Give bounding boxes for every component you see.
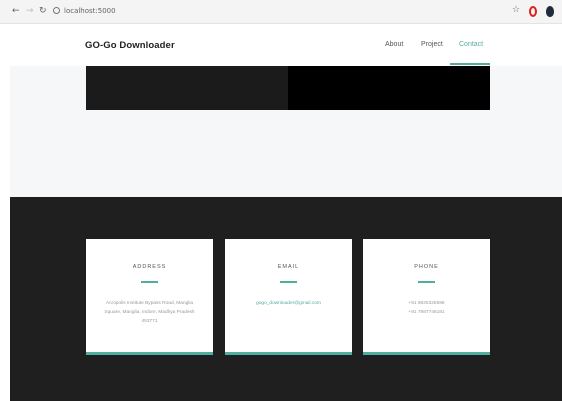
media-panel-left <box>86 66 288 110</box>
address-line: Square, Manglia, Indore, Madhya Pradesh <box>104 310 195 315</box>
media-banner <box>86 66 490 110</box>
email-text: gogo_downloader@gmail.com <box>235 299 342 308</box>
reload-icon[interactable]: ↻ <box>39 6 47 17</box>
email-card-title: EMAIL <box>277 264 300 270</box>
media-panel-right <box>288 66 490 110</box>
card-divider <box>141 281 158 283</box>
browser-toolbar: ← → ↻ localhost:5000 ☆ <box>0 0 562 24</box>
brand-logo-text[interactable]: GO-Go Downloader <box>85 40 175 51</box>
address-bar[interactable]: localhost:5000 <box>64 7 116 15</box>
nav-link-about[interactable]: About <box>385 41 403 48</box>
address-card-title: ADDRESS <box>132 264 167 270</box>
forward-arrow-icon[interactable]: → <box>26 6 34 17</box>
card-divider <box>418 281 435 283</box>
extension-icon[interactable] <box>546 6 554 17</box>
nav-link-project[interactable]: Project <box>421 41 443 48</box>
phone-number: +91 9826325596 <box>408 301 445 306</box>
phone-number: +91 7987746181 <box>408 310 445 315</box>
address-card: ADDRESS Acropolis Institute Bypass Road,… <box>86 239 213 355</box>
phone-card-title: PHONE <box>414 264 439 270</box>
nav-link-contact[interactable]: Contact <box>459 41 483 48</box>
address-line: Acropolis Institute Bypass Road, Manglia <box>105 301 194 306</box>
site-navbar: GO-Go Downloader About Project Contact <box>0 24 562 66</box>
phone-card: PHONE +91 9826325596 +91 7987746181 <box>363 239 490 355</box>
opera-icon[interactable] <box>529 6 537 17</box>
card-divider <box>280 281 297 283</box>
star-icon[interactable]: ☆ <box>512 5 520 15</box>
address-line: 453771 <box>141 319 158 324</box>
address-text: Acropolis Institute Bypass Road, Manglia… <box>96 299 203 326</box>
phone-text: +91 9826325596 +91 7987746181 <box>373 299 480 317</box>
info-icon[interactable] <box>53 7 60 14</box>
email-link[interactable]: gogo_downloader@gmail.com <box>235 299 342 308</box>
email-card: EMAIL gogo_downloader@gmail.com <box>225 239 352 355</box>
back-arrow-icon[interactable]: ← <box>12 6 20 17</box>
active-nav-indicator <box>450 63 490 65</box>
